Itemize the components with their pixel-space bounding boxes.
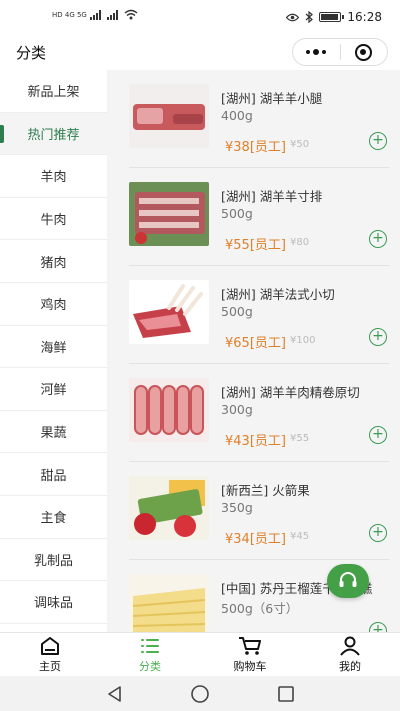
- sidebar-item-seafood[interactable]: 海鲜: [0, 325, 107, 369]
- sidebar-item-chicken[interactable]: 鸡肉: [0, 282, 107, 326]
- tab-bar: 主页 分类 购物车 我的: [0, 632, 400, 676]
- product-spec: 500g: [221, 304, 253, 319]
- more-button[interactable]: [293, 39, 340, 65]
- product-image: [129, 84, 209, 148]
- network-text: HD 4G 5G: [52, 10, 87, 19]
- product-name: [湖州] 湖羊法式小切: [221, 287, 335, 302]
- product-card[interactable]: [新西兰] 火箭果 350g ¥34[员工] ¥45 +: [129, 462, 389, 560]
- product-card[interactable]: [湖州] 湖羊羊寸排 500g ¥55[员工] ¥80 +: [129, 168, 389, 266]
- product-name: [湖州] 湖羊羊小腿: [221, 91, 323, 106]
- tab-mine[interactable]: 我的: [300, 633, 400, 676]
- tab-category-label: 分类: [139, 659, 161, 673]
- product-price: ¥38[员工]: [225, 140, 286, 155]
- tab-cart-label: 购物车: [233, 659, 267, 673]
- tab-home[interactable]: 主页: [0, 633, 100, 676]
- nav-bar: 分类: [0, 34, 400, 70]
- wifi-icon: [124, 9, 138, 20]
- product-list: [湖州] 湖羊羊小腿 400g ¥38[员工] ¥50 + [湖州] 湖羊羊寸排…: [107, 70, 400, 632]
- product-price: ¥43[员工]: [225, 434, 286, 449]
- category-sidebar: 新品上架 热门推荐 羊肉 牛肉 猪肉 鸡肉 海鲜 河鲜 果蔬 甜品 主食 乳制品…: [0, 70, 107, 632]
- add-to-cart-button[interactable]: +: [369, 230, 387, 248]
- system-nav-bar: [0, 676, 400, 711]
- customer-service-button[interactable]: [327, 564, 369, 598]
- add-to-cart-button[interactable]: +: [369, 132, 387, 150]
- product-spec: 300g: [221, 402, 253, 417]
- product-spec: 500g（6寸）: [221, 601, 299, 616]
- product-name: [新西兰] 火箭果: [221, 483, 310, 498]
- mini-program-capsule: [292, 38, 388, 66]
- home-icon: [41, 636, 59, 655]
- list-icon: [141, 638, 159, 653]
- product-image: [129, 280, 209, 344]
- status-right: 16:28: [286, 10, 382, 24]
- status-bar: HD 4G 5G 16:28: [0, 0, 400, 34]
- product-image: [129, 182, 209, 246]
- product-name: [湖州] 湖羊羊寸排: [221, 189, 323, 204]
- sidebar-item-pork[interactable]: 猪肉: [0, 240, 107, 283]
- product-spec: 400g: [221, 108, 253, 123]
- product-old-price: ¥80: [290, 237, 310, 248]
- product-old-price: ¥50: [290, 139, 310, 150]
- add-to-cart-button[interactable]: +: [369, 426, 387, 444]
- sidebar-item-seasoning[interactable]: 调味品: [0, 581, 107, 624]
- sidebar-item-river[interactable]: 河鲜: [0, 368, 107, 411]
- product-price: ¥34[员工]: [225, 532, 286, 547]
- more-icon: [306, 49, 327, 55]
- headset-icon: [339, 572, 357, 587]
- home-circle-icon[interactable]: [190, 685, 210, 703]
- cart-icon: [239, 636, 261, 655]
- eye-icon: [286, 13, 300, 21]
- product-card[interactable]: [湖州] 湖羊羊肉精卷原切 300g ¥43[员工] ¥55 +: [129, 364, 389, 462]
- clock: 16:28: [347, 10, 382, 24]
- close-target-icon: [355, 43, 373, 61]
- product-price: ¥55[员工]: [225, 238, 286, 253]
- tab-home-label: 主页: [39, 659, 61, 673]
- product-image: [129, 574, 209, 632]
- sidebar-item-staple[interactable]: 主食: [0, 495, 107, 539]
- user-icon: [340, 636, 360, 656]
- battery-icon: [319, 12, 345, 22]
- sidebar-item-dairy[interactable]: 乳制品: [0, 538, 107, 582]
- product-old-price: ¥100: [290, 335, 316, 346]
- sidebar-item-lamb[interactable]: 羊肉: [0, 155, 107, 198]
- network-indicators: HD 4G 5G: [52, 9, 138, 20]
- back-triangle-icon[interactable]: [106, 685, 124, 703]
- product-image: [129, 476, 209, 540]
- product-image: [129, 378, 209, 442]
- tab-mine-label: 我的: [339, 659, 361, 673]
- sidebar-item-dessert[interactable]: 甜品: [0, 453, 107, 496]
- sidebar-item-beef[interactable]: 牛肉: [0, 197, 107, 241]
- page-title: 分类: [16, 44, 47, 62]
- product-card[interactable]: [湖州] 湖羊法式小切 500g ¥65[员工] ¥100 +: [129, 266, 389, 364]
- product-price: ¥65[员工]: [225, 336, 286, 351]
- sidebar-item-new[interactable]: 新品上架: [0, 70, 107, 113]
- close-button[interactable]: [341, 39, 388, 65]
- add-to-cart-button[interactable]: +: [369, 622, 387, 632]
- product-old-price: ¥45: [290, 531, 310, 542]
- add-to-cart-button[interactable]: +: [369, 328, 387, 346]
- signal-icon-2: [106, 9, 118, 20]
- sidebar-item-hot[interactable]: 热门推荐: [0, 112, 107, 156]
- product-spec: 350g: [221, 500, 253, 515]
- sidebar-item-produce[interactable]: 果蔬: [0, 410, 107, 454]
- product-name: [湖州] 湖羊羊肉精卷原切: [221, 385, 360, 400]
- product-old-price: ¥55: [290, 433, 310, 444]
- tab-category[interactable]: 分类: [100, 633, 200, 676]
- product-spec: 500g: [221, 206, 253, 221]
- tab-cart[interactable]: 购物车: [200, 633, 300, 676]
- signal-icon: [89, 9, 101, 20]
- recent-square-icon[interactable]: [277, 685, 295, 703]
- product-card[interactable]: [湖州] 湖羊羊小腿 400g ¥38[员工] ¥50 +: [129, 70, 389, 168]
- add-to-cart-button[interactable]: +: [369, 524, 387, 542]
- bluetooth-icon: [306, 11, 314, 23]
